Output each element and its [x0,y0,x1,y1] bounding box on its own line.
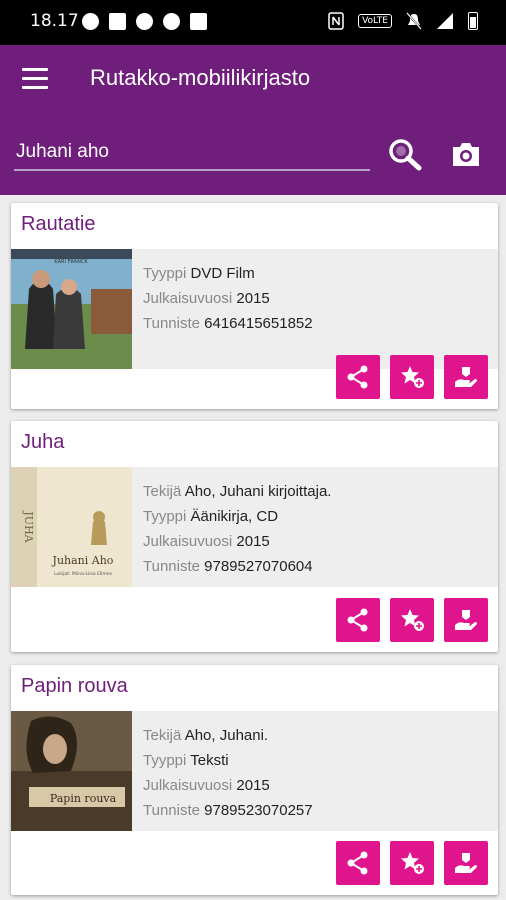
share-button[interactable] [336,841,380,885]
field-value: 2015 [236,777,270,794]
menu-icon[interactable] [22,68,48,90]
share-icon [347,608,368,632]
reserve-hand-icon [455,610,477,630]
field-label: Tyyppi [143,265,187,282]
cover-caption: Juhani Aho [52,554,114,567]
field-label: Tekijä [143,727,182,744]
field-value: 9789523070257 [204,802,313,819]
share-icon [347,365,368,389]
share-button[interactable] [336,598,380,642]
reserve-button[interactable] [444,598,488,642]
card-actions [336,598,488,642]
field-value: 9789527070604 [204,558,313,575]
field-value: 2015 [236,290,270,307]
result-title[interactable]: Papin rouva [21,675,128,698]
keyhole-icon [136,13,153,30]
favorite-add-icon [401,366,424,388]
square-icon [190,13,207,30]
field-label: Tunniste [143,802,200,819]
reserve-button[interactable] [444,355,488,399]
field-value: Teksti [190,752,229,769]
favorite-add-button[interactable] [390,355,434,399]
field-label: Tunniste [143,558,200,575]
status-bar: 18.17 VoLTE [0,0,506,45]
crosshair-icon [163,13,180,30]
b-circle-icon [82,13,99,30]
favorite-add-button[interactable] [390,598,434,642]
favorite-add-icon [401,609,424,631]
signal-icon [437,13,453,29]
favorite-add-icon [401,852,424,874]
nfc-icon [328,12,344,30]
result-title[interactable]: Juha [21,431,64,454]
result-card[interactable]: Rautatie KARI FRANCK Tyyppi DVD Film Jul… [11,203,498,409]
result-card[interactable]: Papin rouva Papin rouva Tekijä Aho, Juha… [11,665,498,895]
result-meta: Tekijä Aho, Juhani kirjoittaja. Tyyppi Ä… [143,479,331,579]
share-button[interactable] [336,355,380,399]
status-time: 18.17 [30,11,79,31]
camera-icon[interactable] [450,139,482,169]
cover-image: JUHA Juhani Aho Lukijat: Miina-Liisa Ell… [11,467,132,587]
reserve-button[interactable] [444,841,488,885]
app-title: Rutakko-mobiilikirjasto [90,65,311,90]
field-value: DVD Film [190,265,255,282]
field-value: Äänikirja, CD [190,508,279,525]
cover-image: KARI FRANCK [11,249,132,369]
search-input[interactable] [14,135,370,171]
field-label: Tunniste [143,315,200,332]
field-label: Julkaisuvuosi [143,777,233,794]
field-value: 6416415651852 [204,315,313,332]
volte-badge: VoLTE [358,14,392,28]
battery-icon [468,12,478,30]
field-value: Aho, Juhani kirjoittaja. [184,483,332,500]
result-meta: Tekijä Aho, Juhani. Tyyppi Teksti Julkai… [143,723,313,823]
search-icon[interactable] [386,137,424,171]
field-label: Tyyppi [143,752,187,769]
field-value: 2015 [236,533,270,550]
reserve-hand-icon [455,853,477,873]
field-label: Tyyppi [143,508,187,525]
result-title[interactable]: Rautatie [21,213,96,236]
share-icon [347,851,368,875]
result-body: KARI FRANCK Tyyppi DVD Film Julkaisuvuos… [11,249,498,369]
cover-caption: Papin rouva [50,792,117,805]
system-icons: VoLTE [328,12,478,30]
reserve-hand-icon [455,367,477,387]
app-bar: Rutakko-mobiilikirjasto [0,45,506,195]
cover-sub: Lukijat: Miina-Liisa Ellmes [54,571,113,577]
result-body: Papin rouva Tekijä Aho, Juhani. Tyyppi T… [11,711,498,831]
mute-icon [406,12,422,30]
field-value: Aho, Juhani. [184,727,269,744]
card-actions [336,355,488,399]
card-actions [336,841,488,885]
cover-spine: JUHA [22,510,35,543]
result-card[interactable]: Juha JUHA Juhani Aho Lukijat: Miina-Liis… [11,421,498,652]
result-body: JUHA Juhani Aho Lukijat: Miina-Liisa Ell… [11,467,498,587]
result-meta: Tyyppi DVD Film Julkaisuvuosi 2015 Tunni… [143,261,313,336]
field-label: Tekijä [143,483,182,500]
notification-icons [82,13,207,30]
cover-caption: KARI FRANCK [54,259,88,265]
field-label: Julkaisuvuosi [143,290,233,307]
favorite-add-button[interactable] [390,841,434,885]
field-label: Julkaisuvuosi [143,533,233,550]
cover-image: Papin rouva [11,711,132,831]
mail-icon [109,13,126,30]
